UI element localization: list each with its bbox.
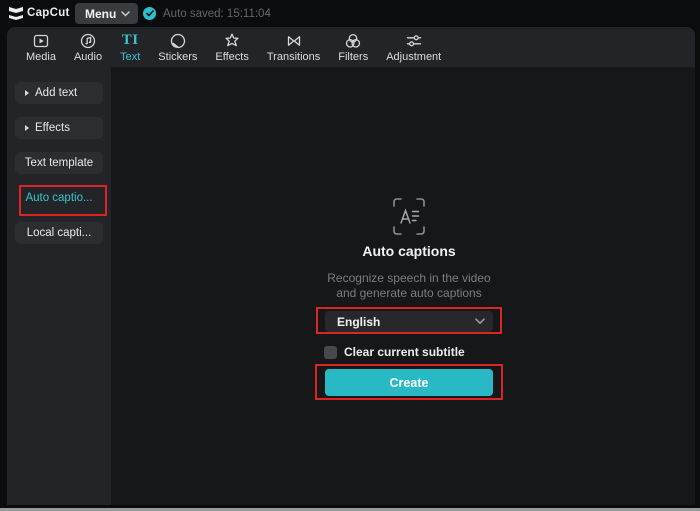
chevron-down-icon [121,10,131,17]
toolbar-tab-adjustment[interactable]: Adjustment [377,31,450,63]
autosave-status: Auto saved: 15:11:04 [143,7,271,20]
media-type-toolbar: Media Audio TI Text Stickers Effects Tra… [7,27,695,67]
toolbar-tab-label: Effects [215,51,249,63]
create-button[interactable]: Create [325,369,493,396]
toolbar-tab-label: Media [26,51,56,63]
autosave-check-icon [143,7,156,20]
toolbar-tab-label: Stickers [158,51,198,63]
toolbar-tab-label: Adjustment [386,51,442,63]
auto-captions-panel: Auto captions Recognize speech in the vi… [111,67,695,505]
audio-icon [79,31,97,50]
text-sidebar: Add text Effects Text template Auto capt… [7,67,111,505]
caption-frame-icon [393,198,425,235]
stickers-icon [169,31,187,50]
toolbar-tab-effects[interactable]: Effects [206,31,257,63]
sidebar-item-local-captions[interactable]: Local capti... [15,222,103,244]
sidebar-item-add-text[interactable]: Add text [15,82,103,104]
panel-title: Auto captions [362,243,456,259]
clear-subtitle-option: Clear current subtitle [324,345,465,359]
autosave-text: Auto saved: 15:11:04 [163,7,271,20]
transitions-icon [285,31,303,50]
clear-subtitle-checkbox[interactable] [324,345,337,359]
text-icon: TI [121,32,139,48]
app-title: CapCut [27,7,70,19]
toolbar-tab-filters[interactable]: Filters [329,31,377,63]
toolbar-tab-transitions[interactable]: Transitions [258,31,329,63]
sidebar-item-auto-captions[interactable]: Auto captio... [15,187,103,209]
sidebar-item-text-template[interactable]: Text template [15,152,103,174]
chevron-down-icon [475,318,485,325]
capcut-logo-icon [9,7,23,20]
filters-icon [344,31,362,50]
language-select-value: English [337,314,381,329]
toolbar-tab-media[interactable]: Media [17,31,65,63]
toolbar-tab-label: Audio [73,51,103,63]
capcut-window: CapCut Menu Auto saved: 15:11:04 Media A… [0,0,700,511]
sidebar-item-effects[interactable]: Effects [15,117,103,139]
toolbar-tab-label: Transitions [266,51,321,63]
effects-icon [223,31,241,50]
clear-subtitle-label: Clear current subtitle [344,345,465,359]
disclosure-arrow-icon [25,90,29,96]
toolbar-tab-label: Text [120,51,141,63]
toolbar-tab-label: Filters [338,51,369,63]
sidebar-item-label: Add text [35,87,78,99]
toolbar-tab-audio[interactable]: Audio [65,31,111,63]
adjustment-icon [405,31,423,50]
app-panel: Media Audio TI Text Stickers Effects Tra… [7,27,695,505]
sidebar-item-label: Effects [35,122,70,134]
sidebar-item-label: Local capti... [26,227,92,239]
toolbar-tab-text[interactable]: TI Text [111,31,149,63]
language-select[interactable]: English [325,311,493,332]
toolbar-tab-stickers[interactable]: Stickers [149,31,206,63]
menu-button[interactable]: Menu [75,3,139,24]
panel-description: Recognize speech in the video and genera… [327,271,491,300]
sidebar-item-label: Text template [24,157,94,169]
disclosure-arrow-icon [25,125,29,131]
top-menu-bar: CapCut Menu Auto saved: 15:11:04 [0,0,700,27]
media-icon [32,31,50,50]
sidebar-item-label: Auto captio... [25,192,93,204]
